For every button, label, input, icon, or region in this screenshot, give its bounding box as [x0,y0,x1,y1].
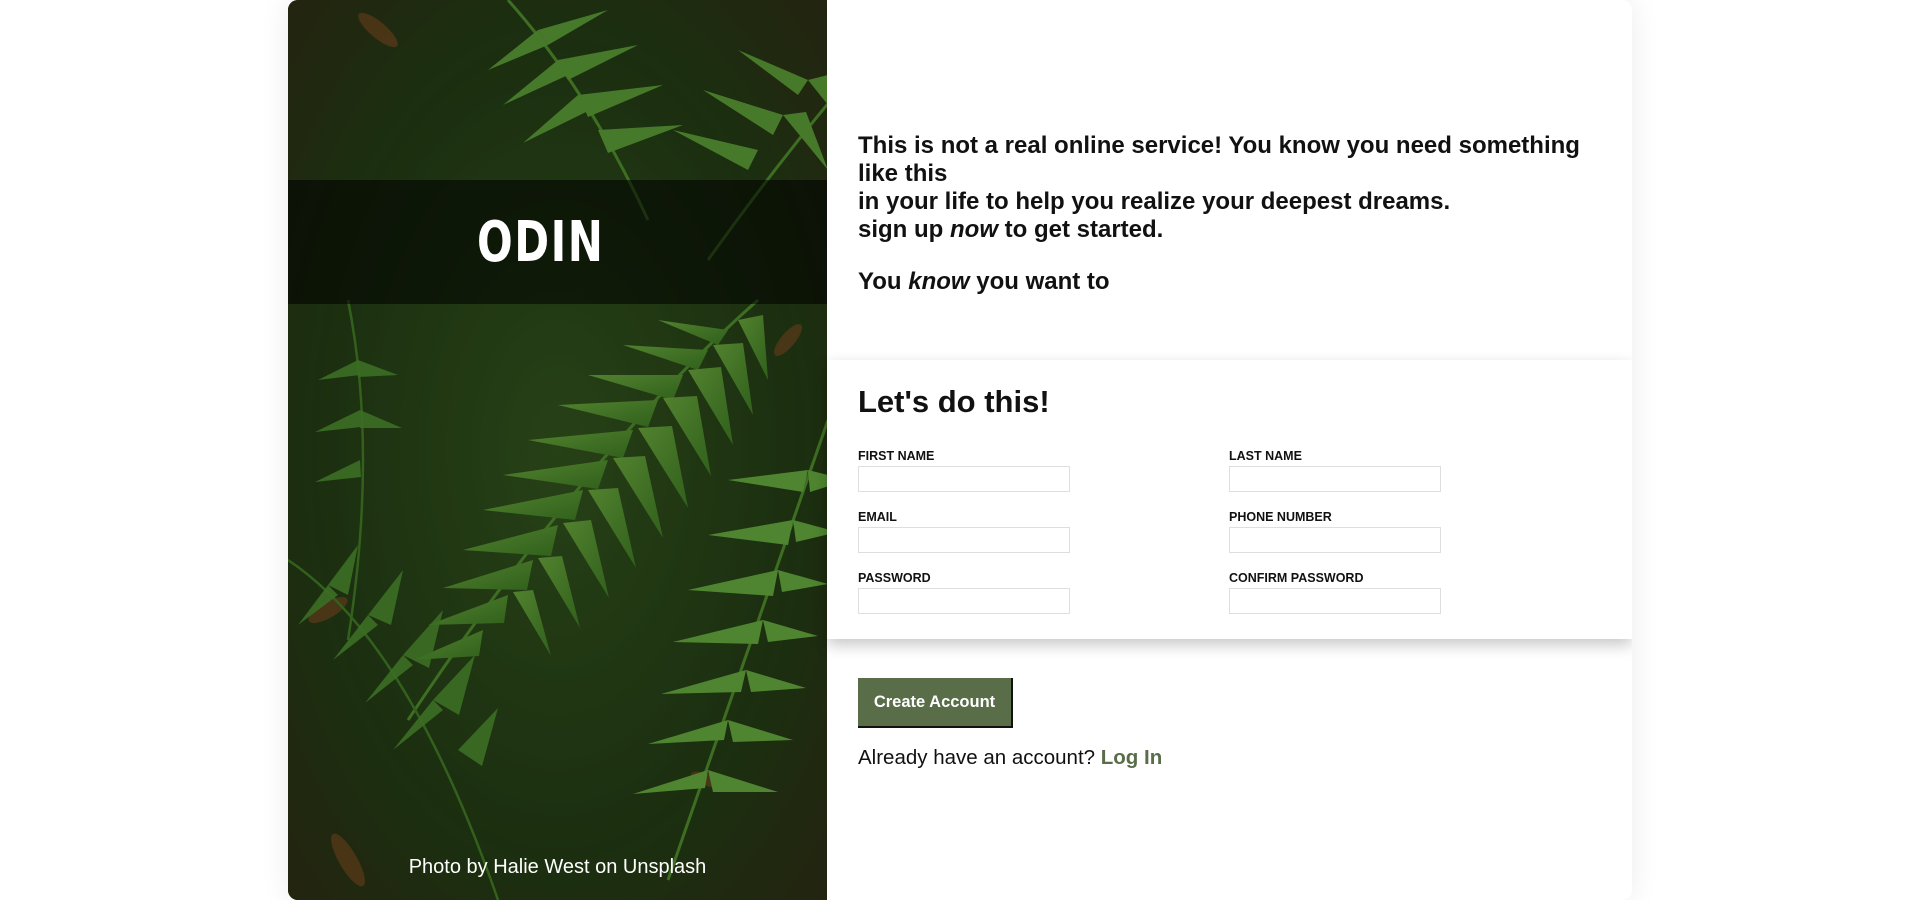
signup-form-panel: Let's do this! FIRST NAME LAST NAME EMAI… [827,360,1632,639]
create-account-button[interactable]: Create Account [858,678,1013,728]
main-content: This is not a real online service! You k… [827,0,1632,900]
logo-wordmark: ODIN [477,209,605,275]
intro-line-1: This is not a real online service! You k… [858,132,1580,187]
logo-band: ODIN [288,180,827,304]
intro-emphasis-now: now [950,216,998,243]
first-name-group: FIRST NAME [858,449,1070,492]
password-input[interactable] [858,588,1070,614]
phone-label: PHONE NUMBER [1229,510,1332,524]
photo-credit: Photo by Halie West on Unsplash [408,856,707,878]
signup-card: ODIN Photo by Halie West on Unsplash Thi… [288,0,1632,900]
login-prompt-text: Already have an account? [858,746,1101,769]
last-name-input[interactable] [1229,466,1441,492]
first-name-label: FIRST NAME [858,449,935,463]
confirm-password-group: CONFIRM PASSWORD [1229,571,1441,614]
password-label: PASSWORD [858,571,931,585]
sidebar-photo-panel: ODIN Photo by Halie West on Unsplash [288,0,827,900]
first-name-input[interactable] [858,466,1070,492]
email-input[interactable] [858,527,1070,553]
intro-text: This is not a real online service! You k… [858,132,1618,296]
phone-group: PHONE NUMBER [1229,510,1441,553]
confirm-password-input[interactable] [1229,588,1441,614]
intro-line-2: in your life to help you realize your de… [858,188,1451,215]
form-title: Let's do this! [858,384,1050,419]
last-name-label: LAST NAME [1229,449,1302,463]
email-group: EMAIL [858,510,1070,553]
odin-logo: ODIN [473,190,643,294]
password-group: PASSWORD [858,571,1070,614]
last-name-group: LAST NAME [1229,449,1441,492]
confirm-password-label: CONFIRM PASSWORD [1229,571,1364,585]
login-link[interactable]: Log In [1101,746,1162,769]
fern-photo-background [288,0,827,900]
intro-line-4: You know you want to [858,268,1110,295]
intro-line-3: sign up now to get started. [858,216,1164,243]
phone-input[interactable] [1229,527,1441,553]
email-label: EMAIL [858,510,897,524]
intro-emphasis-know: know [908,268,970,295]
login-prompt: Already have an account? Log In [858,746,1162,770]
